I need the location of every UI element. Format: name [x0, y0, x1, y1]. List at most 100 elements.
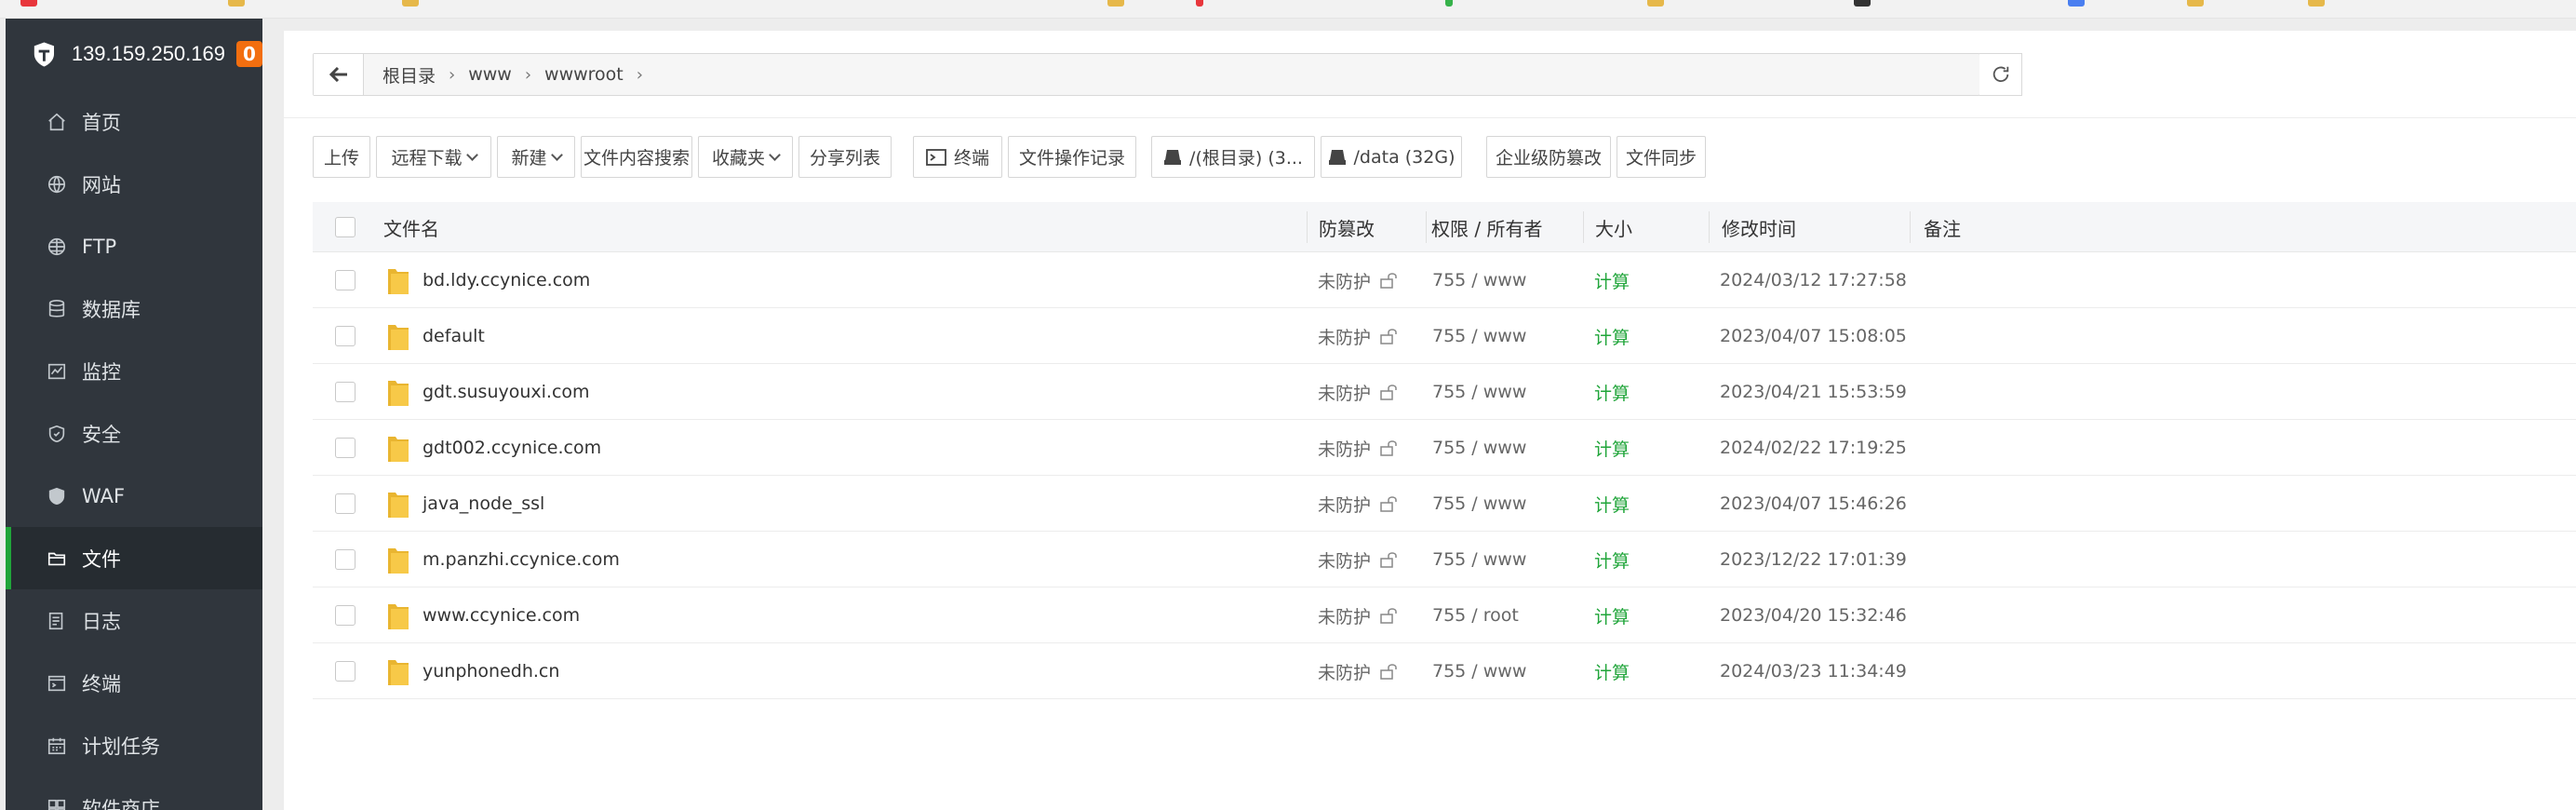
- permission-cell[interactable]: 755 / www: [1432, 643, 1526, 699]
- bookmark-mark[interactable]: [1445, 0, 1453, 7]
- permission-cell[interactable]: 755 / www: [1432, 532, 1526, 587]
- bookmark-mark[interactable]: [1854, 0, 1871, 7]
- protect-status-cell[interactable]: 未防护: [1318, 587, 1399, 643]
- bookmark-mark[interactable]: [1196, 0, 1203, 7]
- sidebar-item-cron[interactable]: 计划任务: [6, 714, 262, 776]
- checkbox[interactable]: [335, 326, 356, 346]
- permission-cell[interactable]: 755 / root: [1432, 587, 1519, 643]
- checkbox[interactable]: [335, 493, 356, 514]
- file-name[interactable]: java_node_ssl: [423, 493, 544, 514]
- file-name[interactable]: default: [423, 326, 485, 346]
- new-button[interactable]: 新建: [497, 136, 575, 178]
- upload-button[interactable]: 上传: [313, 136, 370, 178]
- sidebar-item-terminal[interactable]: 终端: [6, 652, 262, 714]
- unlock-icon[interactable]: [1380, 384, 1399, 400]
- file-name-cell[interactable]: gdt.susuyouxi.com: [387, 364, 590, 420]
- disk-root-button[interactable]: /(根目录) (3...: [1151, 136, 1315, 178]
- file-name[interactable]: m.panzhi.ccynice.com: [423, 549, 620, 570]
- unlock-icon[interactable]: [1380, 663, 1399, 680]
- protect-status-cell[interactable]: 未防护: [1318, 308, 1399, 364]
- size-calc-link[interactable]: 计算: [1594, 532, 1630, 587]
- row-checkbox[interactable]: [335, 252, 356, 308]
- file-name[interactable]: bd.ldy.ccynice.com: [423, 270, 590, 290]
- file-name-cell[interactable]: bd.ldy.ccynice.com: [387, 252, 590, 308]
- file-name[interactable]: gdt002.ccynice.com: [423, 438, 601, 458]
- file-name-cell[interactable]: gdt002.ccynice.com: [387, 420, 601, 476]
- checkbox[interactable]: [335, 661, 356, 682]
- bookmark-mark[interactable]: [20, 0, 37, 7]
- file-sync-button[interactable]: 文件同步: [1617, 136, 1706, 178]
- checkbox[interactable]: [335, 270, 356, 290]
- file-name-cell[interactable]: default: [387, 308, 485, 364]
- sidebar-item-security[interactable]: 安全: [6, 402, 262, 465]
- file-name[interactable]: yunphonedh.cn: [423, 661, 559, 682]
- table-row[interactable]: bd.ldy.ccynice.com 未防护 755 / www 计算 2024…: [313, 252, 2576, 308]
- row-checkbox[interactable]: [335, 643, 356, 699]
- table-row[interactable]: default 未防护 755 / www 计算 2023/04/07 15:0…: [313, 308, 2576, 364]
- back-button[interactable]: [314, 54, 364, 95]
- terminal-button[interactable]: 终端: [913, 136, 1002, 178]
- row-checkbox[interactable]: [335, 308, 356, 364]
- bookmark-mark[interactable]: [2308, 0, 2325, 7]
- disk-data-button[interactable]: /data (32G): [1321, 136, 1462, 178]
- select-all-checkbox[interactable]: [335, 202, 356, 252]
- unlock-icon[interactable]: [1380, 439, 1399, 456]
- file-name[interactable]: gdt.susuyouxi.com: [423, 382, 590, 402]
- server-ip[interactable]: 139.159.250.169: [72, 42, 225, 66]
- size-calc-link[interactable]: 计算: [1594, 252, 1630, 308]
- size-calc-link[interactable]: 计算: [1594, 420, 1630, 476]
- bookmark-mark[interactable]: [1647, 0, 1664, 7]
- row-checkbox[interactable]: [335, 364, 356, 420]
- breadcrumb-wwwroot[interactable]: wwwroot: [535, 64, 633, 85]
- row-checkbox[interactable]: [335, 587, 356, 643]
- sidebar-item-database[interactable]: 数据库: [6, 277, 262, 340]
- refresh-button[interactable]: [1979, 53, 2022, 96]
- checkbox[interactable]: [335, 382, 356, 402]
- sidebar-item-home[interactable]: 首页: [6, 90, 262, 153]
- protect-status-cell[interactable]: 未防护: [1318, 252, 1399, 308]
- protect-status-cell[interactable]: 未防护: [1318, 420, 1399, 476]
- bookmark-mark[interactable]: [402, 0, 419, 7]
- unlock-icon[interactable]: [1380, 328, 1399, 344]
- unlock-icon[interactable]: [1380, 272, 1399, 289]
- protect-status-cell[interactable]: 未防护: [1318, 532, 1399, 587]
- bookmark-mark[interactable]: [2187, 0, 2204, 7]
- permission-cell[interactable]: 755 / www: [1432, 308, 1526, 364]
- sidebar-item-ftp[interactable]: FTP: [6, 215, 262, 277]
- permission-cell[interactable]: 755 / www: [1432, 420, 1526, 476]
- share-list-button[interactable]: 分享列表: [798, 136, 892, 178]
- unlock-icon[interactable]: [1380, 607, 1399, 624]
- tamper-proof-button[interactable]: 企业级防篡改: [1486, 136, 1611, 178]
- sidebar-item-website[interactable]: 网站: [6, 153, 262, 215]
- file-name-cell[interactable]: yunphonedh.cn: [387, 643, 559, 699]
- permission-cell[interactable]: 755 / www: [1432, 364, 1526, 420]
- content-search-button[interactable]: 文件内容搜索: [581, 136, 692, 178]
- size-calc-link[interactable]: 计算: [1594, 643, 1630, 699]
- protect-status-cell[interactable]: 未防护: [1318, 364, 1399, 420]
- size-calc-link[interactable]: 计算: [1594, 364, 1630, 420]
- sidebar-item-files[interactable]: 文件: [6, 527, 262, 589]
- sidebar-item-store[interactable]: 软件商店: [6, 776, 262, 810]
- breadcrumb-www[interactable]: www: [459, 64, 521, 85]
- checkbox[interactable]: [335, 438, 356, 458]
- checkbox[interactable]: [335, 217, 356, 237]
- bookmark-mark[interactable]: [2068, 0, 2085, 7]
- unlock-icon[interactable]: [1380, 551, 1399, 568]
- permission-cell[interactable]: 755 / www: [1432, 476, 1526, 532]
- protect-status-cell[interactable]: 未防护: [1318, 643, 1399, 699]
- table-row[interactable]: yunphonedh.cn 未防护 755 / www 计算 2024/03/2…: [313, 643, 2576, 699]
- path-bar[interactable]: 根目录 › www › wwwroot ›: [313, 53, 1980, 96]
- row-checkbox[interactable]: [335, 476, 356, 532]
- remote-download-button[interactable]: 远程下载: [376, 136, 491, 178]
- row-checkbox[interactable]: [335, 420, 356, 476]
- col-mtime[interactable]: 修改时间: [1722, 202, 1796, 252]
- bookmark-mark[interactable]: [1107, 0, 1124, 7]
- size-calc-link[interactable]: 计算: [1594, 587, 1630, 643]
- size-calc-link[interactable]: 计算: [1594, 308, 1630, 364]
- unlock-icon[interactable]: [1380, 495, 1399, 512]
- sidebar-item-logs[interactable]: 日志: [6, 589, 262, 652]
- file-name-cell[interactable]: java_node_ssl: [387, 476, 544, 532]
- checkbox[interactable]: [335, 605, 356, 626]
- file-log-button[interactable]: 文件操作记录: [1008, 136, 1136, 178]
- file-name-cell[interactable]: www.ccynice.com: [387, 587, 580, 643]
